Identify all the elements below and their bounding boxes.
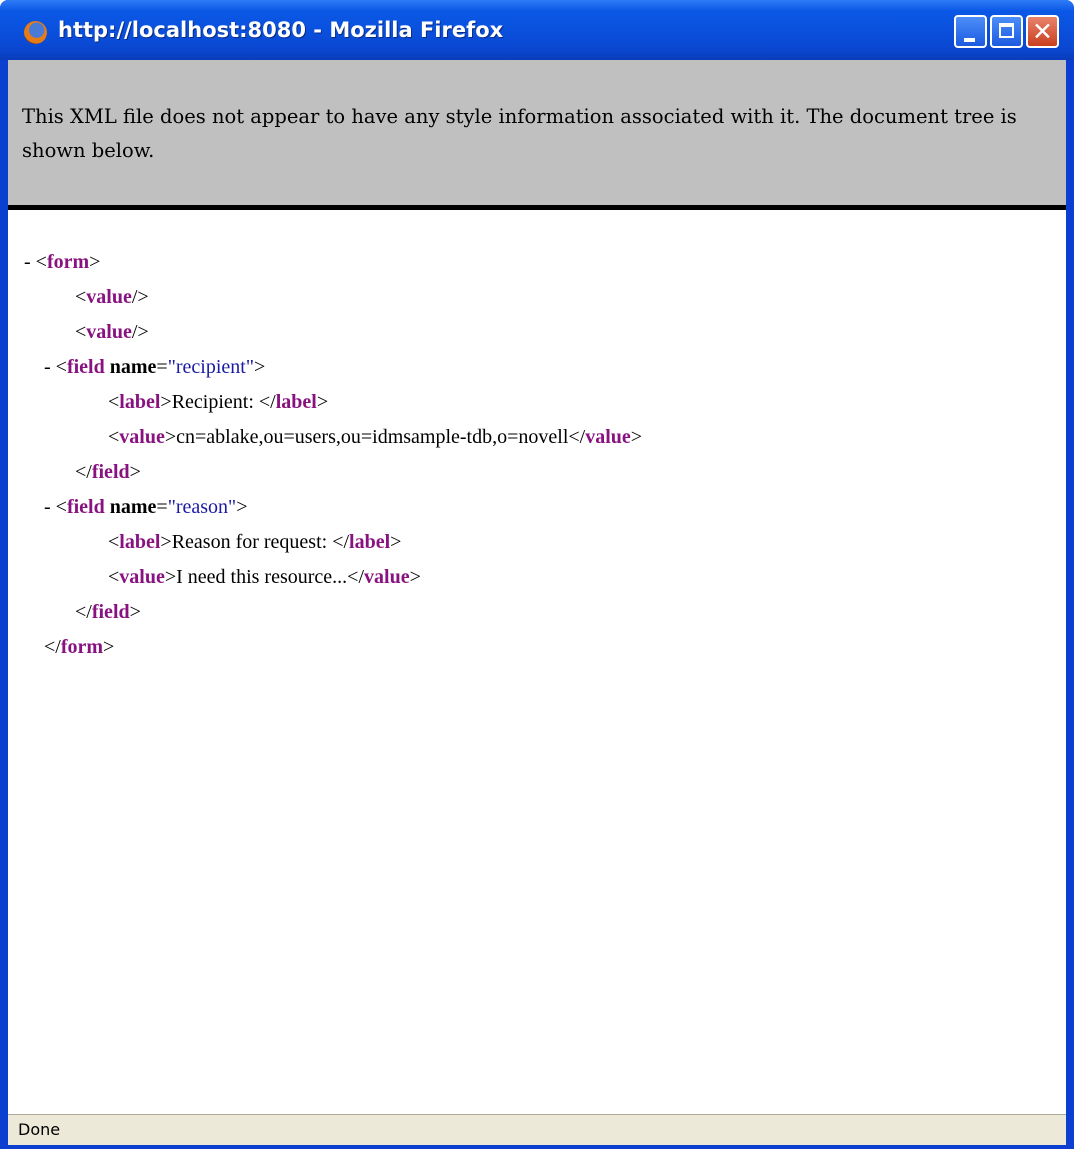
tag-name: label bbox=[119, 391, 161, 413]
tree-line-value-empty: <value/> bbox=[75, 321, 149, 343]
tree-line-value-reason: <value>I need this resource...</value> bbox=[108, 566, 421, 588]
tree-line-field-recipient-open: - <field name="recipient"> bbox=[44, 356, 266, 378]
firefox-logo-icon bbox=[24, 21, 47, 44]
collapse-toggle[interactable]: - bbox=[44, 356, 51, 378]
tag-name: value bbox=[119, 566, 165, 588]
label-text: Recipient: bbox=[171, 391, 259, 413]
tag-name: field bbox=[91, 601, 130, 623]
maximize-button[interactable] bbox=[990, 15, 1023, 48]
minimize-button[interactable] bbox=[954, 15, 987, 48]
window-title: http://localhost:8080 - Mozilla Firefox bbox=[58, 18, 504, 42]
xml-style-notice: This XML file does not appear to have an… bbox=[8, 60, 1066, 210]
tag-name: field bbox=[66, 496, 105, 518]
tree-line-field-close: </field> bbox=[75, 601, 141, 623]
tag-name: value bbox=[86, 321, 132, 343]
tag-name: value bbox=[585, 426, 631, 448]
tree-line-label-recipient: <label>Recipient: </label> bbox=[108, 391, 329, 413]
tag-name: field bbox=[91, 461, 130, 483]
tree-line-value-recipient: <value>cn=ablake,ou=users,ou=idmsample-t… bbox=[108, 426, 643, 448]
value-text: I need this resource... bbox=[176, 566, 348, 588]
attribute-value: "recipient" bbox=[167, 356, 254, 378]
tree-line-form-close: </form> bbox=[44, 636, 115, 658]
attribute-name: name bbox=[109, 356, 157, 378]
tag-name: field bbox=[66, 356, 105, 378]
xml-tree: - <form> <value/> <value/> - <field name… bbox=[24, 245, 642, 665]
notice-text: This XML file does not appear to have an… bbox=[22, 105, 1017, 162]
title-bar[interactable]: http://localhost:8080 - Mozilla Firefox … bbox=[0, 0, 1074, 60]
collapse-toggle[interactable]: - bbox=[24, 251, 31, 273]
tree-line-value-empty: <value/> bbox=[75, 286, 149, 308]
attribute-name: name bbox=[109, 496, 157, 518]
value-text: cn=ablake,ou=users,ou=idmsample-tdb,o=no… bbox=[176, 426, 569, 448]
maximize-icon bbox=[999, 23, 1014, 38]
tag-name: form bbox=[60, 636, 104, 658]
tree-line-form-open: - <form> bbox=[24, 251, 101, 273]
close-button[interactable]: ✕ bbox=[1026, 15, 1059, 48]
tag-name: value bbox=[119, 426, 165, 448]
tag-name: form bbox=[46, 251, 90, 273]
status-bar: Done bbox=[8, 1114, 1066, 1145]
tag-name: label bbox=[275, 391, 317, 413]
tag-name: value bbox=[364, 566, 410, 588]
tree-line-label-reason: <label>Reason for request: </label> bbox=[108, 531, 402, 553]
attribute-value: "reason" bbox=[167, 496, 237, 518]
page-content: This XML file does not appear to have an… bbox=[8, 60, 1066, 1145]
tag-name: label bbox=[349, 531, 391, 553]
tree-line-field-close: </field> bbox=[75, 461, 141, 483]
tag-name: value bbox=[86, 286, 132, 308]
collapse-toggle[interactable]: - bbox=[44, 496, 51, 518]
tag-name: label bbox=[119, 531, 161, 553]
close-icon: ✕ bbox=[1032, 17, 1053, 46]
tree-line-field-reason-open: - <field name="reason"> bbox=[44, 496, 248, 518]
label-text: Reason for request: bbox=[171, 531, 333, 553]
status-text: Done bbox=[18, 1120, 61, 1139]
browser-window: http://localhost:8080 - Mozilla Firefox … bbox=[0, 0, 1074, 1149]
minimize-icon bbox=[964, 38, 975, 42]
